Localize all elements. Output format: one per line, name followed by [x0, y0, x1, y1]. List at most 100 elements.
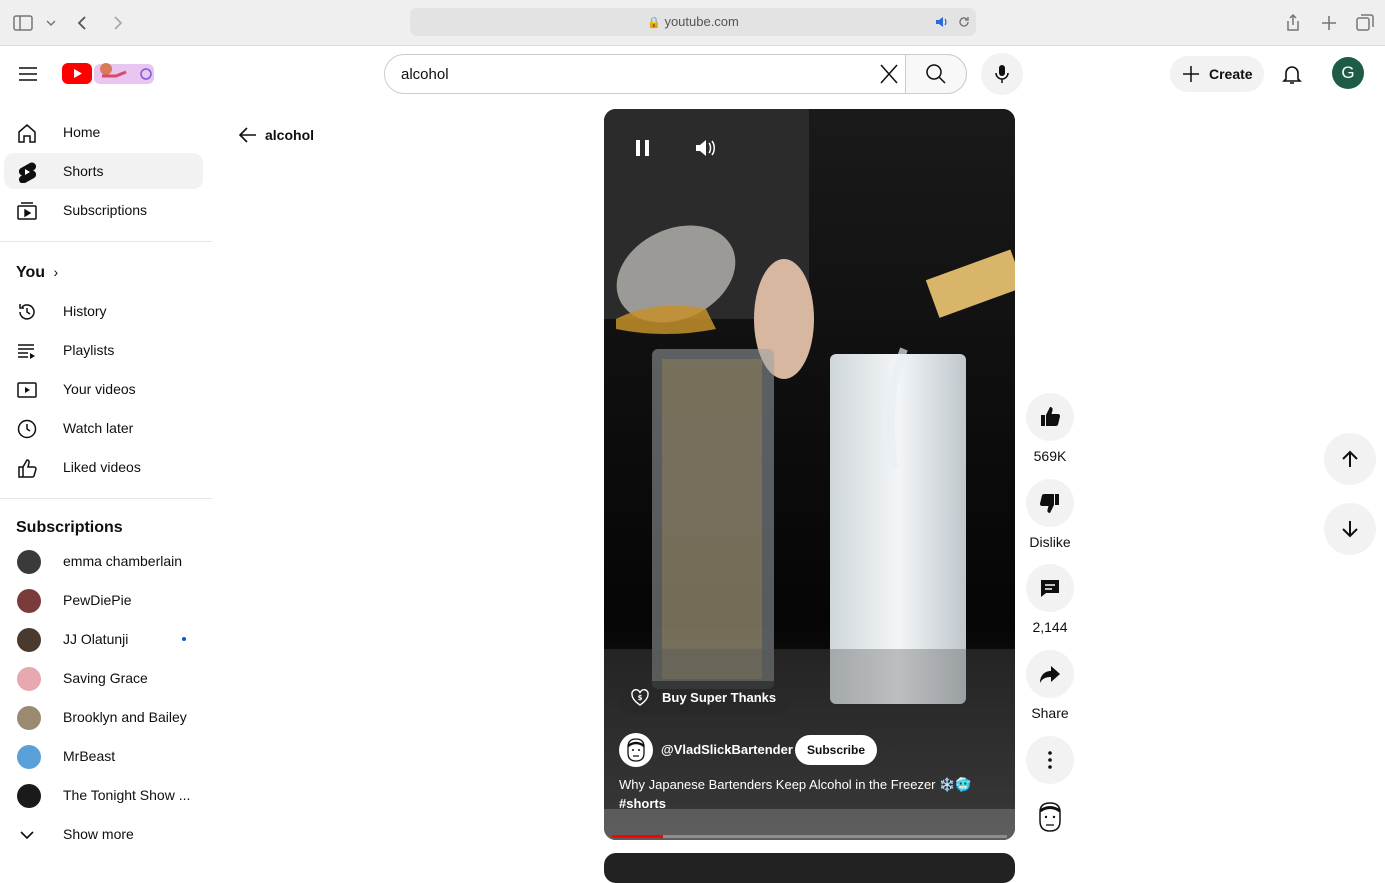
pause-icon[interactable]	[628, 133, 658, 163]
liked-videos-icon	[18, 459, 37, 478]
watch-later-icon	[17, 419, 37, 439]
channel-thumbnail-icon[interactable]	[1034, 800, 1066, 836]
channel-name: Brooklyn and Bailey	[63, 709, 187, 725]
like-count: 569K	[1033, 448, 1067, 464]
sidebar-item-subscriptions[interactable]: Subscriptions	[4, 192, 203, 228]
account-avatar[interactable]: G	[1332, 57, 1364, 89]
subscription-channel[interactable]: MrBeast	[4, 738, 203, 774]
super-thanks-icon: $	[631, 689, 649, 706]
show-more-label: Show more	[63, 826, 134, 842]
history-icon	[19, 304, 35, 320]
comment-icon	[1041, 580, 1059, 597]
cartoon-face-icon	[627, 738, 645, 762]
subscribe-button[interactable]: Subscribe	[795, 735, 878, 765]
next-short-button[interactable]	[1324, 503, 1376, 555]
progress-bar[interactable]	[612, 835, 1007, 838]
short-title[interactable]: Why Japanese Bartenders Keep Alcohol in …	[619, 775, 999, 813]
clear-search-icon[interactable]	[872, 62, 906, 86]
channel-name: The Tonight Show ...	[63, 787, 191, 803]
new-tab-icon[interactable]	[1318, 12, 1340, 34]
sidebar-item-label: Shorts	[63, 163, 104, 179]
share-button[interactable]	[1026, 650, 1074, 698]
channel-name: PewDiePie	[63, 592, 132, 608]
channel-handle[interactable]: @VladSlickBartender	[661, 742, 793, 757]
microphone-icon	[995, 65, 1009, 83]
reload-icon[interactable]	[956, 14, 972, 30]
subscriptions-icon	[17, 202, 37, 220]
chevron-down-icon[interactable]	[40, 12, 62, 34]
youtube-doodle-icon	[62, 63, 154, 84]
address-bar[interactable]: 🔒 youtube.com	[410, 8, 976, 36]
back-label: alcohol	[265, 127, 315, 143]
subscription-channel[interactable]: Brooklyn and Bailey	[4, 699, 203, 735]
sidebar-item-watch-later[interactable]: Watch later	[4, 410, 203, 446]
youtube-logo[interactable]	[62, 60, 156, 86]
dislike-button[interactable]	[1026, 479, 1074, 527]
hamburger-menu-icon[interactable]	[16, 62, 40, 86]
new-content-dot	[182, 637, 186, 641]
plus-icon	[1183, 66, 1199, 82]
sidebar-item-home[interactable]: Home	[4, 114, 203, 150]
thumbs-down-icon	[1039, 494, 1059, 513]
home-icon	[18, 124, 36, 143]
hashtag-link[interactable]: #shorts	[619, 794, 999, 813]
lock-icon: 🔒	[647, 17, 661, 29]
share-arrow-icon	[1040, 666, 1060, 683]
search-icon	[926, 64, 946, 84]
show-more-button[interactable]: Show more	[4, 816, 203, 852]
subscription-channel[interactable]: emma chamberlain	[4, 543, 203, 579]
create-label: Create	[1209, 66, 1253, 82]
sidebar-item-history[interactable]: History	[4, 293, 203, 329]
volume-icon[interactable]	[690, 133, 720, 163]
sidebar-divider	[0, 498, 212, 499]
channel-name: Saving Grace	[63, 670, 148, 686]
subscription-channel[interactable]: Saving Grace	[4, 660, 203, 696]
sidebar-divider	[0, 241, 212, 242]
back-arrow-icon[interactable]	[72, 12, 94, 34]
arrow-down-icon	[1342, 521, 1358, 538]
sidebar-item-your-videos[interactable]: Your videos	[4, 371, 203, 407]
search-button[interactable]	[905, 54, 967, 94]
more-options-button[interactable]	[1026, 736, 1074, 784]
subscriptions-heading: Subscriptions	[16, 519, 123, 536]
chevron-right-icon: ›	[53, 264, 59, 280]
next-short-preview[interactable]	[604, 853, 1015, 883]
buy-super-thanks-button[interactable]: $ Buy Super Thanks	[618, 681, 793, 714]
sidebar-item-label: History	[63, 303, 107, 319]
sidebar-item-label: Watch later	[63, 420, 134, 436]
sidebar-toggle-icon[interactable]	[12, 12, 34, 34]
notifications-bell-icon[interactable]	[1280, 62, 1304, 86]
forward-arrow-icon[interactable]	[106, 12, 128, 34]
share-page-icon[interactable]	[1282, 12, 1304, 34]
sidebar-item-label: Subscriptions	[63, 202, 148, 218]
voice-search-button[interactable]	[981, 53, 1023, 95]
video-frame	[604, 109, 1015, 840]
subscription-channel[interactable]: JJ Olatunji	[4, 621, 203, 657]
dislike-label: Dislike	[1029, 534, 1071, 550]
audio-playing-icon[interactable]	[934, 15, 950, 29]
sidebar-item-playlists[interactable]: Playlists	[4, 332, 203, 368]
sidebar-item-liked-videos[interactable]: Liked videos	[4, 449, 203, 485]
shorts-player[interactable]: $ Buy Super Thanks @VladSlickBartender S…	[604, 109, 1015, 840]
sidebar-item-shorts[interactable]: Shorts	[4, 153, 203, 189]
shorts-icon	[18, 162, 37, 183]
subscription-channel[interactable]: PewDiePie	[4, 582, 203, 618]
subscription-channel[interactable]: The Tonight Show ...	[4, 777, 203, 813]
sidebar-item-label: Home	[63, 124, 101, 140]
channel-avatar	[17, 628, 41, 652]
channel-row: @VladSlickBartender Subscribe	[619, 733, 999, 767]
channel-avatar	[17, 667, 41, 691]
your-videos-icon	[17, 382, 37, 398]
tab-overview-icon[interactable]	[1354, 12, 1376, 34]
like-button[interactable]	[1026, 393, 1074, 441]
create-button[interactable]: Create	[1170, 56, 1264, 92]
channel-avatar	[17, 784, 41, 808]
previous-short-button[interactable]	[1324, 433, 1376, 485]
you-section-heading[interactable]: You ›	[16, 264, 58, 282]
browser-toolbar: 🔒 youtube.com	[0, 0, 1385, 46]
chevron-down-icon	[20, 831, 34, 840]
search-input[interactable]	[385, 55, 905, 93]
channel-avatar[interactable]	[619, 733, 653, 767]
comments-button[interactable]	[1026, 564, 1074, 612]
channel-name: JJ Olatunji	[63, 631, 129, 647]
